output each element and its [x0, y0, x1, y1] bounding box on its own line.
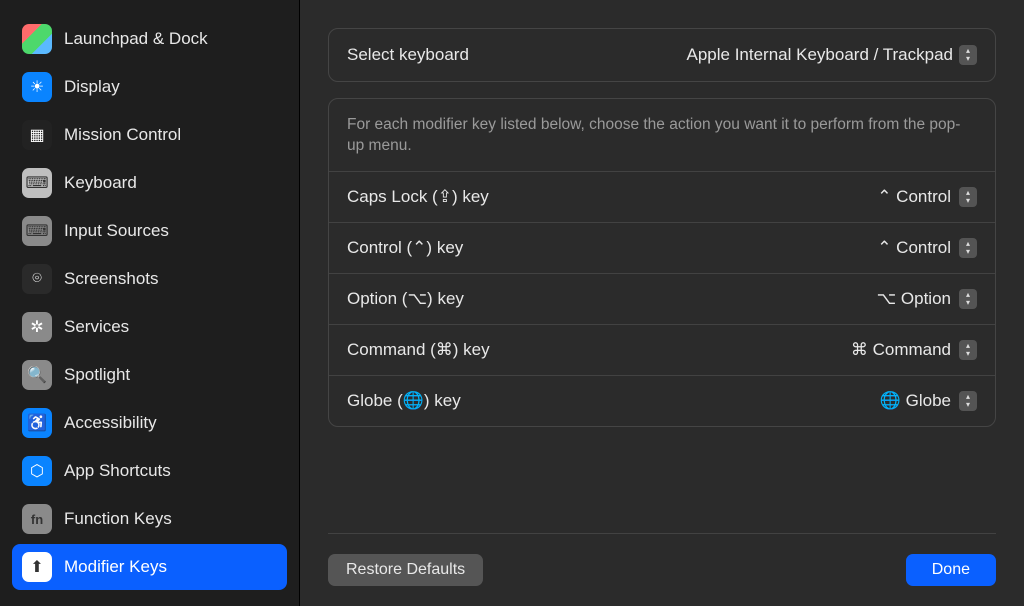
- sidebar-item-services[interactable]: ✲ Services: [12, 304, 287, 350]
- keyboard-select-panel: Select keyboard Apple Internal Keyboard …: [328, 28, 996, 82]
- launchpad-icon: [22, 24, 52, 54]
- mission-control-icon: ▦: [22, 120, 52, 150]
- stepper-icon[interactable]: ▴▾: [959, 340, 977, 360]
- keyboard-select-row[interactable]: Select keyboard Apple Internal Keyboard …: [329, 29, 995, 81]
- keyboard-select-value: Apple Internal Keyboard / Trackpad: [687, 45, 954, 65]
- modifier-value-wrap: 🌐 Globe ▴▾: [880, 391, 977, 411]
- sidebar-item-label: Modifier Keys: [64, 557, 167, 577]
- keyboard-select-label: Select keyboard: [347, 45, 469, 65]
- services-icon: ✲: [22, 312, 52, 342]
- app-shortcuts-icon: ⬡: [22, 456, 52, 486]
- modifier-label: Option (⌥) key: [347, 289, 464, 309]
- modifier-row-control[interactable]: Control (⌃) key ⌃ Control ▴▾: [329, 222, 995, 273]
- modifier-label: Control (⌃) key: [347, 238, 463, 258]
- sidebar-item-label: App Shortcuts: [64, 461, 171, 481]
- modifiers-hint: For each modifier key listed below, choo…: [329, 99, 995, 171]
- sidebar-item-label: Launchpad & Dock: [64, 29, 208, 49]
- sidebar-item-label: Accessibility: [64, 413, 157, 433]
- sidebar-item-label: Mission Control: [64, 125, 181, 145]
- input-sources-icon: ⌨: [22, 216, 52, 246]
- modifier-value-wrap: ⌥ Option ▴▾: [877, 289, 977, 309]
- sidebar-item-label: Services: [64, 317, 129, 337]
- sidebar-item-input-sources[interactable]: ⌨ Input Sources: [12, 208, 287, 254]
- function-keys-icon: fn: [22, 504, 52, 534]
- modifier-value-wrap: ⌘ Command ▴▾: [851, 340, 977, 360]
- sidebar-item-label: Function Keys: [64, 509, 172, 529]
- modifier-row-command[interactable]: Command (⌘) key ⌘ Command ▴▾: [329, 324, 995, 375]
- modifier-value-wrap: ⌃ Control ▴▾: [877, 238, 977, 258]
- modifier-value-wrap: ⌃ Control ▴▾: [877, 187, 977, 207]
- main-content: Select keyboard Apple Internal Keyboard …: [300, 0, 1024, 606]
- sidebar-item-label: Input Sources: [64, 221, 169, 241]
- modifier-label: Globe (🌐) key: [347, 391, 461, 411]
- sidebar-item-function-keys[interactable]: fn Function Keys: [12, 496, 287, 542]
- modifier-value: ⌘ Command: [851, 340, 951, 360]
- keyboard-icon: ⌨: [22, 168, 52, 198]
- sidebar-item-label: Screenshots: [64, 269, 159, 289]
- sidebar: Launchpad & Dock ☀ Display ▦ Mission Con…: [0, 0, 300, 606]
- sidebar-item-mission-control[interactable]: ▦ Mission Control: [12, 112, 287, 158]
- sidebar-item-accessibility[interactable]: ♿ Accessibility: [12, 400, 287, 446]
- modifier-label: Caps Lock (⇪) key: [347, 187, 489, 207]
- modifiers-panel: For each modifier key listed below, choo…: [328, 98, 996, 427]
- sidebar-item-display[interactable]: ☀ Display: [12, 64, 287, 110]
- modifier-value: ⌃ Control: [877, 238, 951, 258]
- modifier-row-option[interactable]: Option (⌥) key ⌥ Option ▴▾: [329, 273, 995, 324]
- done-button[interactable]: Done: [906, 554, 996, 586]
- sidebar-item-label: Keyboard: [64, 173, 137, 193]
- sidebar-item-spotlight[interactable]: 🔍 Spotlight: [12, 352, 287, 398]
- sidebar-item-label: Display: [64, 77, 120, 97]
- modifier-row-globe[interactable]: Globe (🌐) key 🌐 Globe ▴▾: [329, 375, 995, 426]
- accessibility-icon: ♿: [22, 408, 52, 438]
- modifier-label: Command (⌘) key: [347, 340, 490, 360]
- sidebar-item-app-shortcuts[interactable]: ⬡ App Shortcuts: [12, 448, 287, 494]
- modifier-row-capslock[interactable]: Caps Lock (⇪) key ⌃ Control ▴▾: [329, 171, 995, 222]
- sidebar-item-screenshots[interactable]: ⌾ Screenshots: [12, 256, 287, 302]
- modifier-keys-icon: ⬆: [22, 552, 52, 582]
- footer: Restore Defaults Done: [328, 533, 996, 606]
- sidebar-item-launchpad-dock[interactable]: Launchpad & Dock: [12, 16, 287, 62]
- sidebar-item-modifier-keys[interactable]: ⬆ Modifier Keys: [12, 544, 287, 590]
- keyboard-select-value-wrap: Apple Internal Keyboard / Trackpad ▴▾: [687, 45, 978, 65]
- restore-defaults-button[interactable]: Restore Defaults: [328, 554, 483, 586]
- display-icon: ☀: [22, 72, 52, 102]
- sidebar-item-keyboard[interactable]: ⌨ Keyboard: [12, 160, 287, 206]
- stepper-icon[interactable]: ▴▾: [959, 45, 977, 65]
- stepper-icon[interactable]: ▴▾: [959, 289, 977, 309]
- screenshots-icon: ⌾: [22, 264, 52, 294]
- sidebar-item-label: Spotlight: [64, 365, 130, 385]
- modifier-value: 🌐 Globe: [880, 391, 951, 411]
- modifier-value: ⌥ Option: [877, 289, 951, 309]
- modifier-value: ⌃ Control: [877, 187, 951, 207]
- spotlight-icon: 🔍: [22, 360, 52, 390]
- stepper-icon[interactable]: ▴▾: [959, 187, 977, 207]
- stepper-icon[interactable]: ▴▾: [959, 238, 977, 258]
- stepper-icon[interactable]: ▴▾: [959, 391, 977, 411]
